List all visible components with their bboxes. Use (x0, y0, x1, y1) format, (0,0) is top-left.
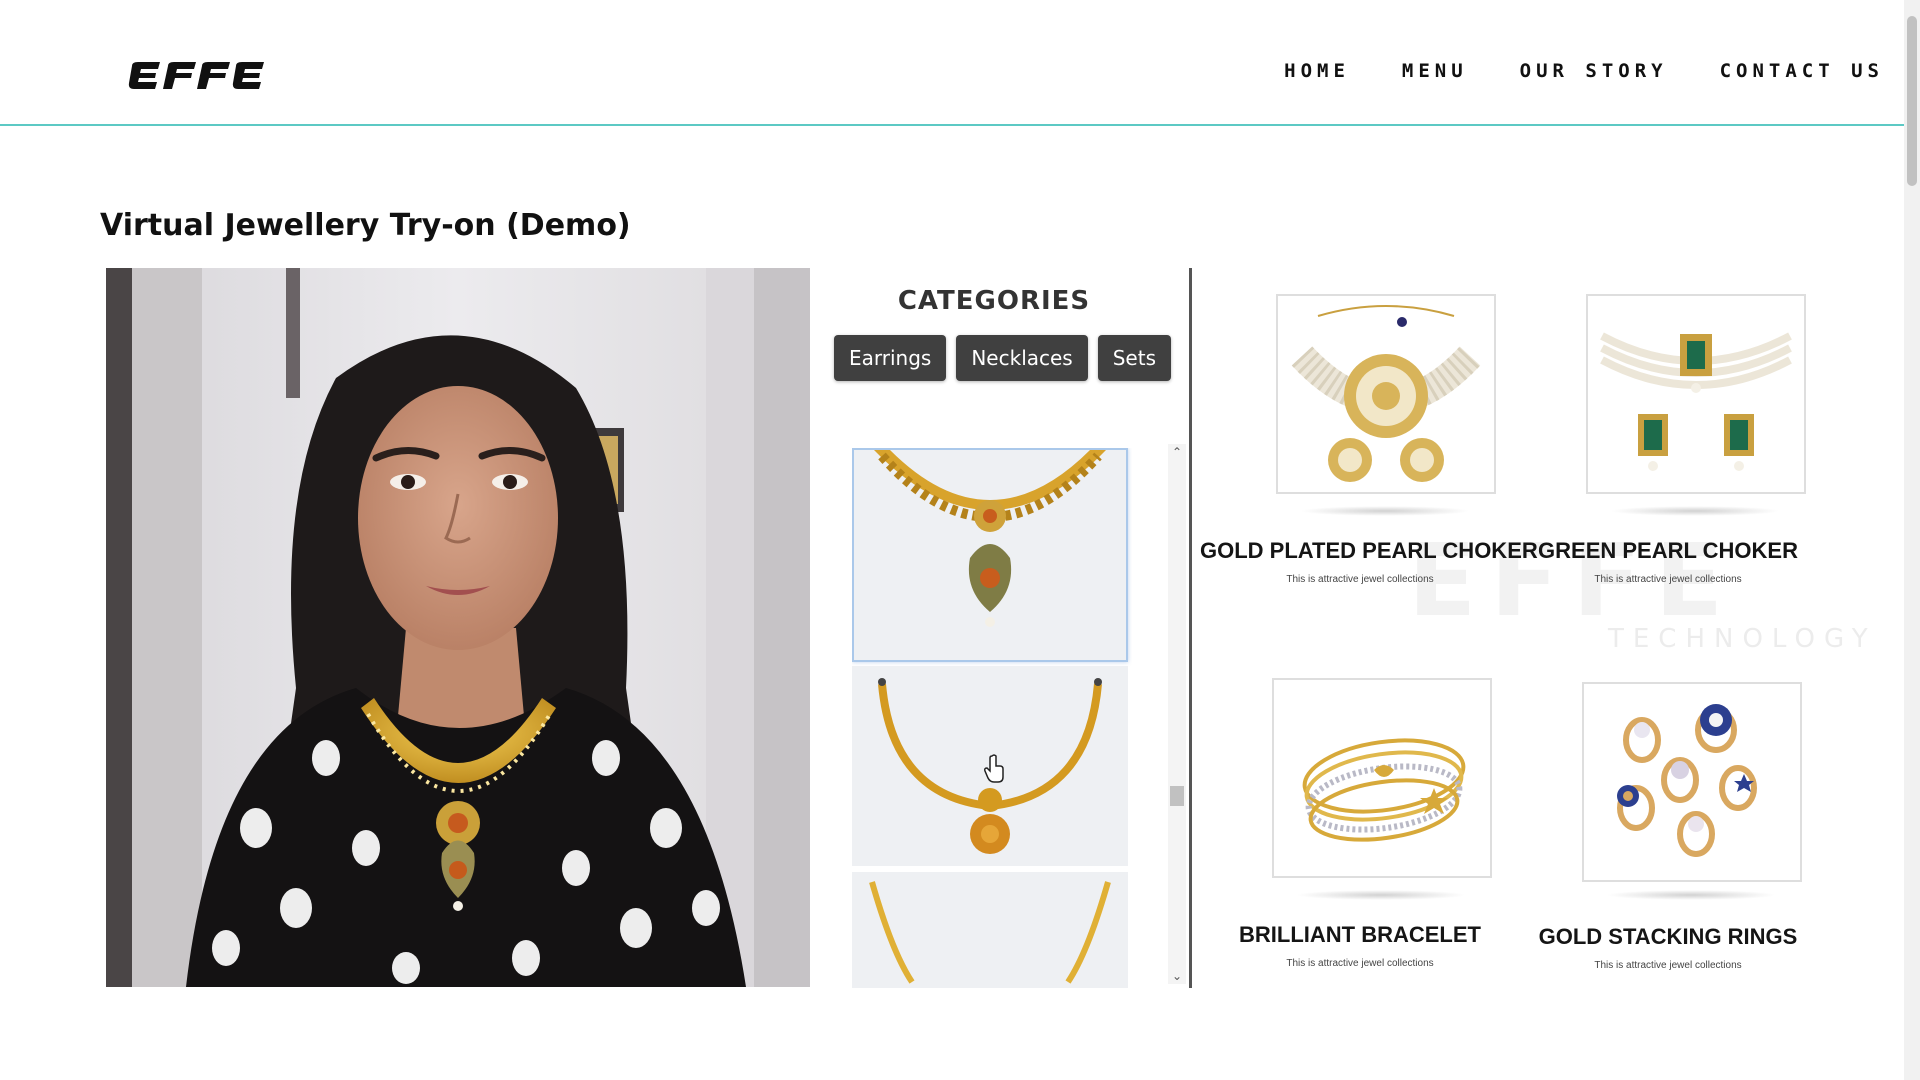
try-on-video-frame (106, 268, 810, 987)
page-scrollbar[interactable] (1904, 0, 1920, 1080)
product-subtitle: This is attractive jewel collections (1286, 958, 1434, 969)
necklace-image (874, 450, 1106, 627)
product-subtitle: This is attractive jewel collections (1286, 574, 1434, 585)
nav-contact-us-link[interactable]: CONTACT US (1720, 60, 1884, 82)
product-image[interactable] (1586, 294, 1806, 494)
logo-graphic (128, 62, 264, 89)
necklace-thumbnail[interactable] (852, 872, 1128, 988)
chevron-up-icon[interactable]: ⌃ (1171, 446, 1183, 458)
product-subtitle: This is attractive jewel collections (1594, 960, 1742, 971)
necklace-thumbnail[interactable] (852, 666, 1128, 866)
categories-panel: CATEGORIES Earrings Necklaces Sets ⌃ ⌄ (818, 268, 1190, 988)
product-title[interactable]: GREEN PEARL CHOKER (1508, 538, 1828, 564)
panel-divider (1189, 268, 1192, 988)
thumbnail-scrollbar[interactable]: ⌃ ⌄ (1168, 444, 1186, 984)
rings-image (1617, 704, 1757, 857)
image-shadow (1296, 890, 1466, 900)
image-shadow (1300, 506, 1470, 516)
necklace-thumbnail[interactable] (852, 448, 1128, 662)
product-card[interactable]: GOLD STACKING RINGS This is attractive j… (1508, 652, 1828, 982)
product-card[interactable]: BRILLIANT BRACELET This is attractive je… (1200, 652, 1520, 982)
product-image[interactable] (1272, 678, 1492, 878)
image-shadow (1606, 890, 1776, 900)
chevron-down-icon[interactable]: ⌄ (1171, 970, 1183, 982)
effe-logo[interactable] (128, 52, 268, 103)
sets-category-button[interactable]: Sets (1097, 335, 1171, 381)
camera-preview (106, 268, 810, 987)
nav-home-link[interactable]: HOME (1284, 60, 1350, 82)
product-title[interactable]: GOLD STACKING RINGS (1508, 924, 1828, 950)
green-choker-image (1600, 332, 1792, 471)
necklace-thumbnail-list[interactable] (852, 448, 1132, 988)
product-image[interactable] (1582, 682, 1802, 882)
product-card[interactable]: GREEN PEARL CHOKER This is attractive je… (1508, 268, 1828, 598)
product-title[interactable]: BRILLIANT BRACELET (1200, 922, 1520, 948)
product-image[interactable] (1276, 294, 1496, 494)
category-buttons: Earrings Necklaces Sets (834, 335, 1171, 381)
thumbnail-scrollbar-thumb[interactable] (1170, 786, 1184, 806)
product-card[interactable]: GOLD PLATED PEARL CHOKER This is attract… (1200, 268, 1538, 598)
product-title[interactable]: GOLD PLATED PEARL CHOKER (1200, 538, 1538, 564)
necklaces-category-button[interactable]: Necklaces (956, 335, 1088, 381)
page-scrollbar-thumb[interactable] (1907, 16, 1917, 186)
nav-our-story-link[interactable]: OUR STORY (1520, 60, 1668, 82)
image-shadow (1610, 506, 1780, 516)
product-subtitle: This is attractive jewel collections (1594, 574, 1742, 585)
bracelet-image (1302, 738, 1466, 842)
necklace-image (869, 881, 1111, 984)
page-title: Virtual Jewellery Try-on (Demo) (100, 208, 631, 243)
pearl-choker-image (1291, 305, 1481, 482)
nav-menu-link[interactable]: MENU (1402, 60, 1468, 82)
earrings-category-button[interactable]: Earrings (834, 335, 947, 381)
product-grid: EFFE TECHNOLOGY GOLD PLATED PEARL CHOKER… (1200, 268, 1868, 988)
hand-cursor-icon (984, 754, 1004, 783)
site-header: HOME MENU OUR STORY CONTACT US (0, 0, 1904, 126)
main-nav: HOME MENU OUR STORY CONTACT US (1284, 60, 1884, 82)
categories-heading: CATEGORIES (897, 286, 1091, 316)
